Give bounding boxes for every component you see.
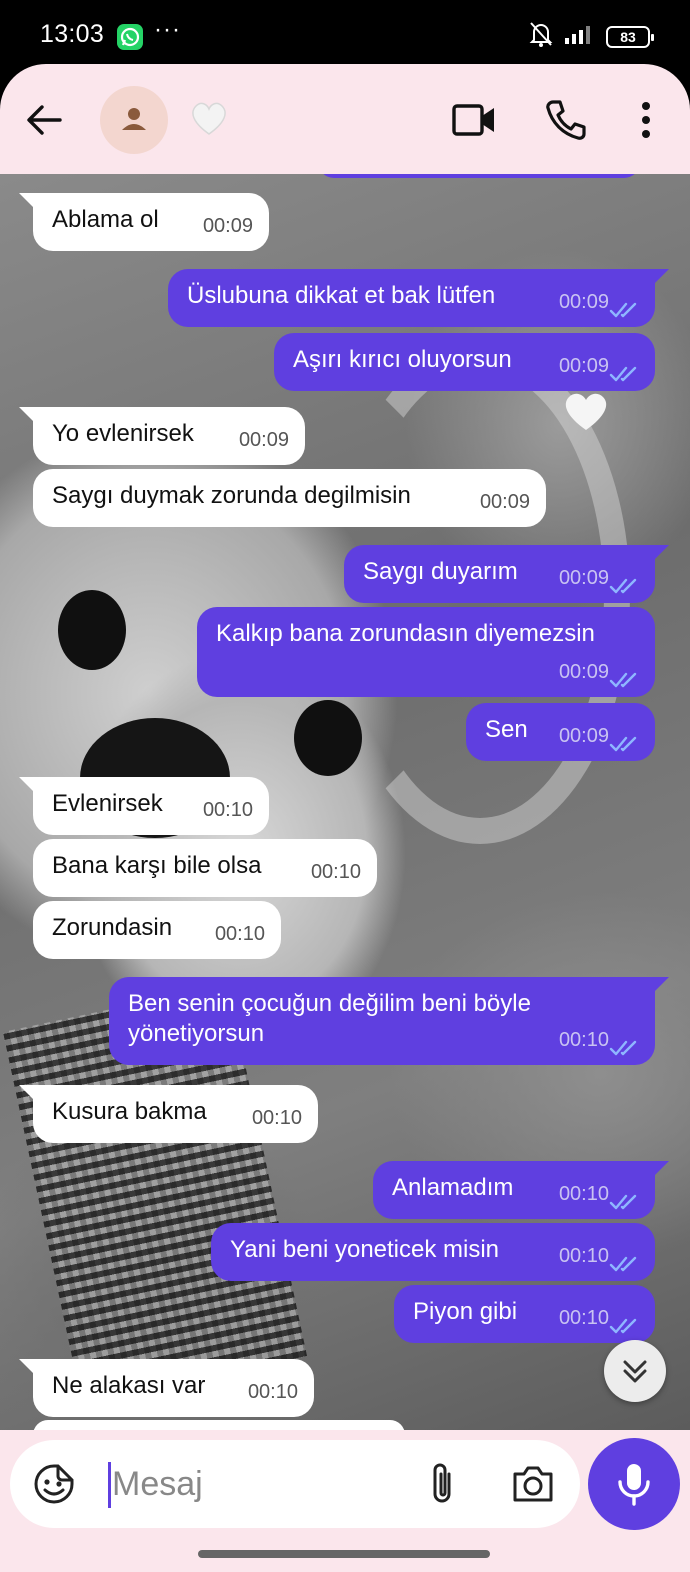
message-text: Ablama ol <box>52 206 159 233</box>
message-text: Üslubuna dikkat et bak lütfen <box>187 282 496 309</box>
status-time: 13:03 <box>40 20 105 48</box>
read-ticks-icon <box>609 297 641 318</box>
incoming-message[interactable]: Ablama ol 00:09 <box>19 193 269 251</box>
incoming-message[interactable]: Evlenirsek 00:10 <box>19 777 269 835</box>
outgoing-message[interactable]: Kalkıp bana zorundasın diyemezsin 00:09 <box>197 607 655 697</box>
message-time: 00:10 <box>310 861 361 883</box>
microphone-icon[interactable] <box>588 1438 680 1530</box>
partial-message <box>318 174 640 178</box>
message-time: 00:10 <box>558 1307 609 1329</box>
outgoing-message[interactable]: Piyon gibi 00:10 <box>394 1285 655 1343</box>
video-call-icon[interactable] <box>450 98 498 142</box>
message-input[interactable] <box>112 1458 412 1510</box>
phone-icon[interactable] <box>543 97 589 143</box>
read-ticks-icon <box>609 1189 641 1210</box>
message-text: Anlamadım <box>392 1174 514 1201</box>
message-text: Aşırı kırıcı oluyorsun <box>293 346 512 373</box>
message-text: Kalkıp bana zorundasın diyemezsin <box>216 620 595 647</box>
message-text: Sen <box>485 716 528 743</box>
outgoing-message[interactable]: Aşırı kırıcı oluyorsun 00:09 <box>274 333 655 391</box>
outgoing-message[interactable]: Sen 00:09 <box>466 703 655 761</box>
more-vertical-icon[interactable] <box>630 98 662 142</box>
read-ticks-icon <box>609 1313 641 1334</box>
read-ticks-icon <box>609 573 641 594</box>
wallpaper-eye <box>294 700 362 776</box>
incoming-message[interactable]: Yo evlenirsek 00:09 <box>19 407 305 465</box>
read-ticks-icon <box>609 361 641 382</box>
message-text: Piyon gibi <box>413 1298 518 1325</box>
signal-icon <box>564 22 596 51</box>
message-time: 00:09 <box>558 291 609 313</box>
back-arrow-icon[interactable] <box>22 98 66 142</box>
camera-icon[interactable] <box>510 1462 556 1506</box>
status-bar: 13:03 ··· 83 <box>0 0 690 66</box>
message-text: Yani beni yoneticek misin <box>230 1236 500 1263</box>
paperclip-icon[interactable] <box>422 1460 462 1508</box>
outgoing-message[interactable]: Yani beni yoneticek misin 00:10 <box>211 1223 655 1281</box>
wallpaper-heart-icon <box>560 388 612 434</box>
partial-message <box>33 1420 405 1430</box>
message-text: Evlenirsek <box>52 790 163 817</box>
chat-header <box>0 64 690 174</box>
message-time: 00:10 <box>558 1245 609 1267</box>
message-text: Ben senin çocuğun değilim beni böyle yön… <box>128 990 531 1047</box>
outgoing-message[interactable]: Üslubuna dikkat et bak lütfen 00:09 <box>168 269 669 327</box>
outgoing-message[interactable]: Saygı duyarım 00:09 <box>344 545 669 603</box>
message-time: 00:09 <box>202 215 253 237</box>
home-indicator[interactable] <box>198 1550 490 1558</box>
sticker-emoji-icon[interactable] <box>32 1462 76 1506</box>
read-ticks-icon <box>609 731 641 752</box>
incoming-message[interactable]: Saygı duymak zorunda degilmisin 00:09 <box>33 469 546 527</box>
incoming-message[interactable]: Zorundasin 00:10 <box>33 901 281 959</box>
chat-area[interactable]: Ablama ol 00:09 Üslubuna dikkat et bak lüt… <box>0 174 690 1430</box>
message-text: Yo evlenirsek <box>52 420 194 447</box>
message-time: 00:10 <box>214 923 265 945</box>
incoming-message[interactable]: Bana karşı bile olsa 00:10 <box>33 839 377 897</box>
composer-bar <box>0 1430 690 1572</box>
outgoing-message[interactable]: Anlamadım 00:10 <box>373 1161 669 1219</box>
outgoing-message[interactable]: Ben senin çocuğun değilim beni böyle yön… <box>109 977 669 1065</box>
message-time: 00:09 <box>238 429 289 451</box>
read-ticks-icon <box>609 1035 641 1056</box>
message-text: Zorundasin <box>52 914 173 941</box>
message-time: 00:10 <box>558 1029 609 1051</box>
battery-icon: 83 <box>606 25 654 48</box>
message-time: 00:09 <box>479 491 530 513</box>
message-time: 00:09 <box>558 725 609 747</box>
message-text: Ne alakası var <box>52 1372 206 1399</box>
message-time: 00:09 <box>558 355 609 377</box>
read-ticks-icon <box>609 1251 641 1272</box>
message-time: 00:09 <box>558 661 609 683</box>
composer-pill <box>10 1440 580 1528</box>
heart-emoji <box>188 98 230 138</box>
incoming-message[interactable]: Kusura bakma 00:10 <box>19 1085 318 1143</box>
incoming-message[interactable]: Ne alakası var 00:10 <box>19 1359 314 1417</box>
read-ticks-icon <box>609 667 641 688</box>
message-text: Bana karşı bile olsa <box>52 852 262 879</box>
more-dots-icon: ··· <box>154 16 181 43</box>
message-text: Kusura bakma <box>52 1098 207 1125</box>
message-text: Saygı duyarım <box>363 558 518 585</box>
wallpaper-eye <box>58 590 126 670</box>
avatar[interactable] <box>100 86 168 154</box>
whatsapp-icon <box>117 24 143 50</box>
mute-bell-icon <box>528 20 554 53</box>
message-time: 00:10 <box>202 799 253 821</box>
message-time: 00:10 <box>247 1381 298 1403</box>
scroll-down-button[interactable] <box>604 1340 666 1402</box>
message-time: 00:09 <box>558 567 609 589</box>
text-caret <box>108 1462 111 1508</box>
message-text: Saygı duymak zorunda degilmisin <box>52 482 411 509</box>
message-time: 00:10 <box>251 1107 302 1129</box>
message-time: 00:10 <box>558 1183 609 1205</box>
